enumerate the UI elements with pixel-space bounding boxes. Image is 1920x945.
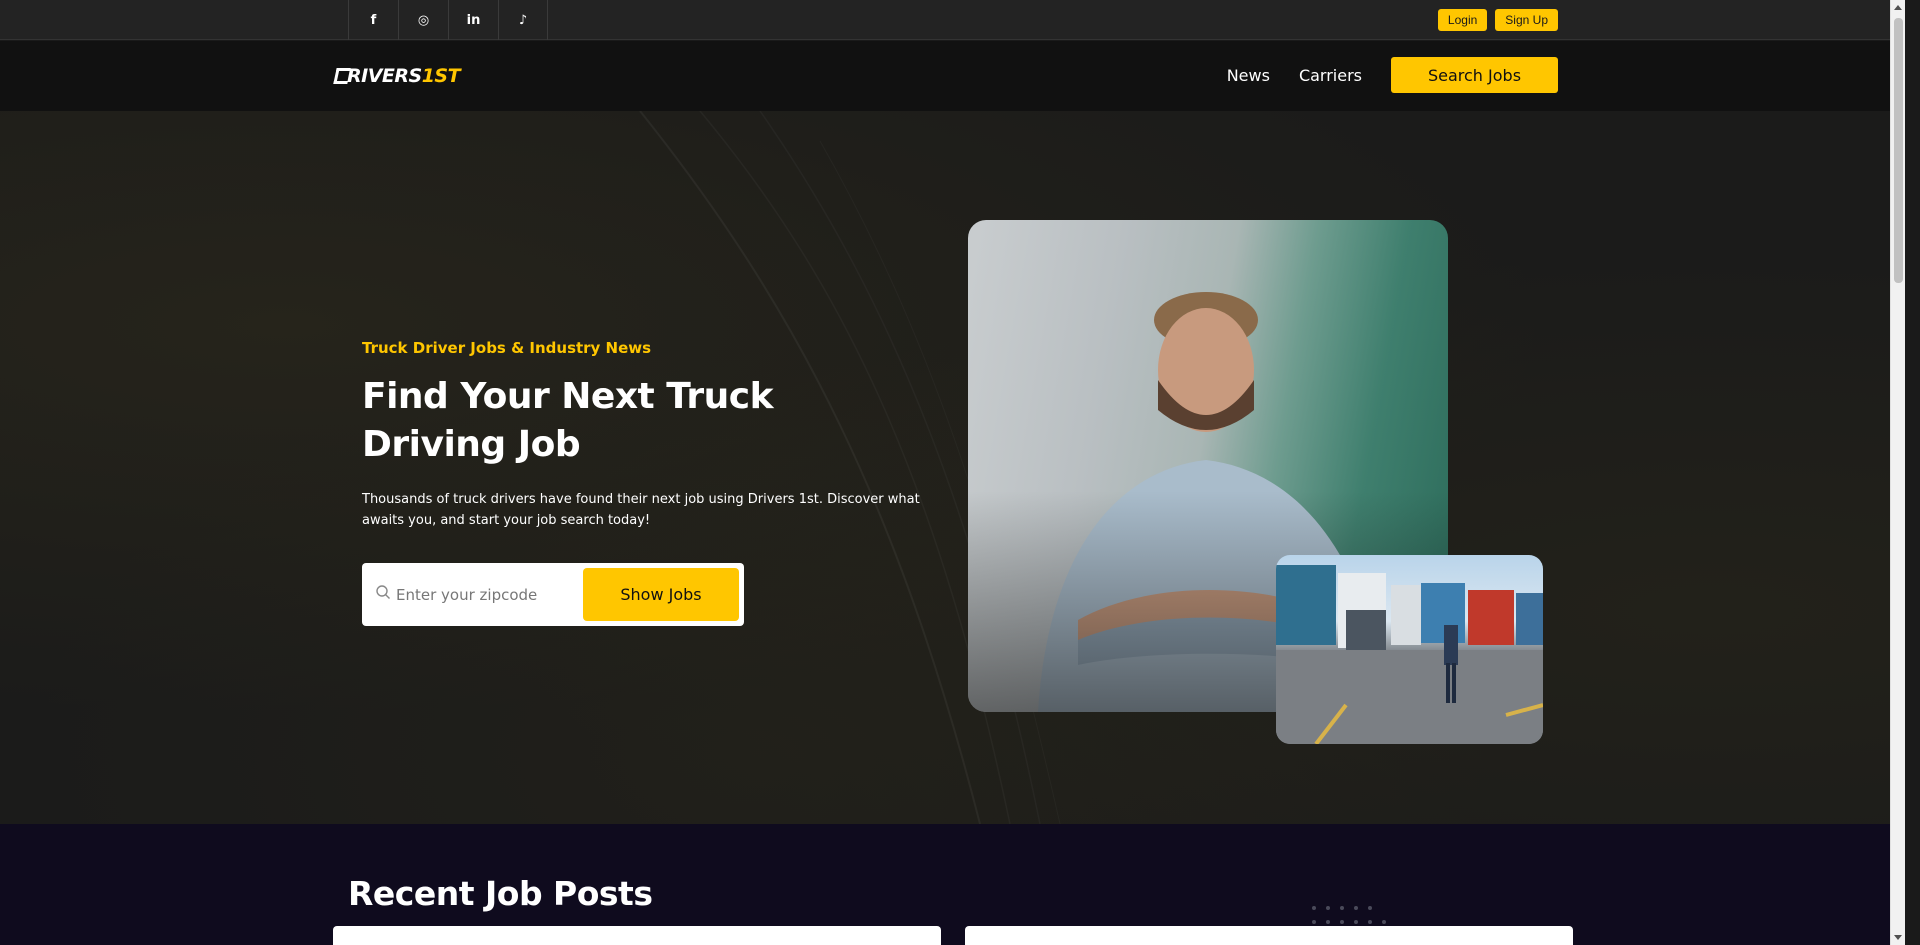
logo-text: RIVERS — [347, 65, 422, 87]
nav-link-news[interactable]: News — [1227, 66, 1270, 85]
page-scrollbar[interactable] — [1890, 0, 1905, 945]
social-links: f ◎ in ♪ — [348, 0, 548, 40]
hero-description: Thousands of truck drivers have found th… — [362, 492, 920, 528]
truck-fleet-scene — [1276, 565, 1543, 744]
scroll-up-icon[interactable] — [1894, 5, 1902, 10]
job-card[interactable] — [333, 926, 941, 945]
drivers1st-logo[interactable]: RIVERS 1ST — [333, 63, 461, 89]
zipcode-input[interactable] — [396, 577, 576, 613]
tiktok-icon[interactable]: ♪ — [498, 0, 548, 40]
facebook-icon[interactable]: f — [348, 0, 398, 40]
truck-fleet-photo — [1276, 555, 1543, 744]
login-button[interactable]: Login — [1437, 9, 1488, 31]
signup-button[interactable]: Sign Up — [1495, 9, 1558, 31]
recent-jobs-section: Recent Job Posts — [0, 824, 1905, 945]
top-bar: f ◎ in ♪ Login Sign Up — [0, 0, 1905, 40]
page: f ◎ in ♪ Login Sign Up RIVERS 1ST News C… — [0, 0, 1905, 945]
hero-eyebrow: Truck Driver Jobs & Industry News — [362, 339, 652, 357]
job-card[interactable] — [965, 926, 1573, 945]
scroll-thumb[interactable] — [1894, 18, 1903, 283]
nav-link-carriers[interactable]: Carriers — [1299, 66, 1362, 85]
hero-section: Truck Driver Jobs & Industry News Find Y… — [0, 111, 1905, 824]
main-navbar: RIVERS 1ST News Carriers Search Jobs — [0, 41, 1905, 111]
logo-accent-text: 1ST — [421, 65, 461, 87]
show-jobs-button[interactable]: Show Jobs — [583, 568, 739, 621]
scroll-down-icon[interactable] — [1894, 935, 1902, 940]
recent-jobs-title: Recent Job Posts — [348, 874, 653, 913]
auth-buttons: Login Sign Up — [1437, 9, 1558, 31]
instagram-icon[interactable]: ◎ — [398, 0, 448, 40]
linkedin-icon[interactable]: in — [448, 0, 498, 40]
zipcode-search-form: Show Jobs — [362, 563, 744, 626]
hero-light-streaks — [639, 111, 1011, 824]
hero-headline: Find Your Next Truck Driving Job — [362, 376, 774, 465]
search-icon — [376, 585, 390, 599]
nav-links: News Carriers Search Jobs — [1227, 57, 1558, 93]
search-jobs-button[interactable]: Search Jobs — [1391, 57, 1558, 93]
